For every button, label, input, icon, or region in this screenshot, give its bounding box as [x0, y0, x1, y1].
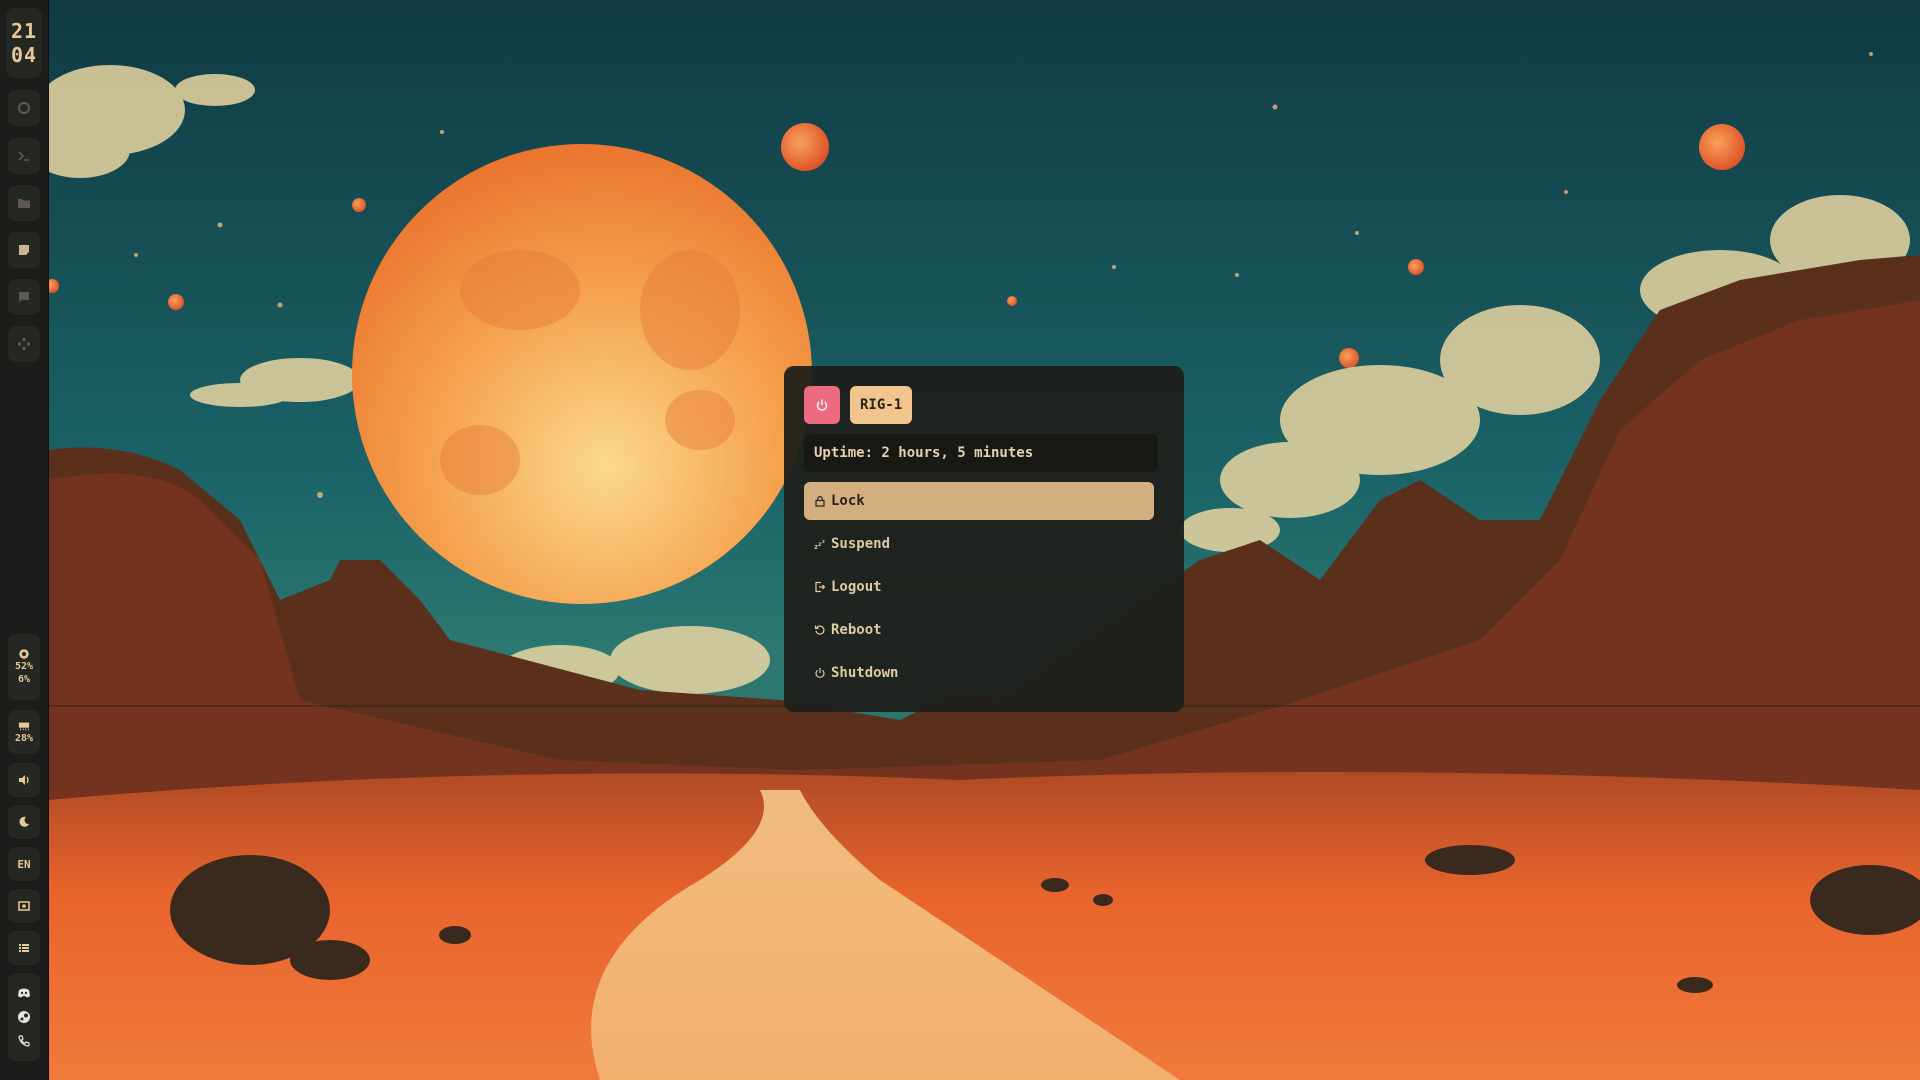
ram-usage: 28% [14, 732, 34, 744]
volume-button[interactable] [8, 763, 40, 797]
shutdown-option[interactable]: Shutdown [804, 654, 1154, 692]
uptime-label: Uptime: 2 hours, 5 minutes [804, 434, 1158, 472]
keyboard-layout[interactable]: EN [8, 847, 40, 881]
power-button[interactable] [804, 386, 840, 424]
power-menu: RIG-1 Uptime: 2 hours, 5 minutes Lock zz… [784, 366, 1184, 712]
clock-widget[interactable]: 21 04 [6, 8, 42, 78]
lock-option[interactable]: Lock [804, 482, 1154, 520]
chat-icon [19, 292, 29, 302]
screenshot-button[interactable] [8, 889, 40, 923]
notes-button[interactable] [8, 232, 40, 268]
logout-label: Logout [831, 579, 882, 595]
circle-button[interactable] [8, 90, 40, 126]
phone-icon[interactable] [17, 1034, 31, 1048]
notes-icon [19, 245, 29, 255]
clock-hour: 21 [10, 19, 38, 43]
hostname-badge: RIG-1 [850, 386, 913, 424]
night-light-icon [19, 816, 29, 827]
apps-button[interactable] [8, 326, 40, 362]
logout-option[interactable]: Logout [804, 568, 1154, 606]
reboot-icon [814, 625, 825, 635]
shutdown-icon [815, 668, 825, 678]
side-panel: 21 04 52% 6% 28% EN [0, 0, 49, 1080]
system-tray [8, 973, 40, 1061]
reboot-option[interactable]: Reboot [804, 611, 1154, 649]
clock-minute: 04 [10, 43, 38, 67]
power-icon [816, 399, 828, 411]
svg-text:z: z [822, 539, 825, 545]
circle-icon [18, 102, 30, 114]
cpu-icon [19, 649, 29, 659]
ram-widget[interactable]: 28% [8, 710, 40, 754]
sleep-icon: zzz [814, 539, 825, 550]
logout-icon [815, 581, 826, 593]
lock-label: Lock [831, 493, 865, 509]
shutdown-label: Shutdown [831, 665, 899, 681]
steam-icon[interactable] [17, 1010, 31, 1024]
mem-usage: 6% [17, 674, 31, 685]
night-light-button[interactable] [8, 805, 40, 839]
terminal-button[interactable] [8, 138, 40, 174]
cpu-usage: 52% [14, 661, 34, 672]
reboot-label: Reboot [831, 622, 882, 638]
volume-icon [19, 775, 29, 785]
folder-icon [18, 199, 30, 208]
suspend-label: Suspend [831, 536, 891, 552]
lock-icon [815, 496, 825, 507]
screenshot-icon [18, 901, 30, 911]
suspend-option[interactable]: zzz Suspend [804, 525, 1154, 563]
discord-icon[interactable] [17, 986, 31, 1000]
task-list-button[interactable] [8, 931, 40, 965]
apps-icon [18, 338, 30, 350]
files-button[interactable] [8, 185, 40, 221]
chat-button[interactable] [8, 279, 40, 315]
terminal-icon [18, 151, 29, 161]
list-icon [19, 944, 29, 952]
system-stats[interactable]: 52% 6% [8, 634, 40, 700]
memory-icon [18, 722, 30, 730]
